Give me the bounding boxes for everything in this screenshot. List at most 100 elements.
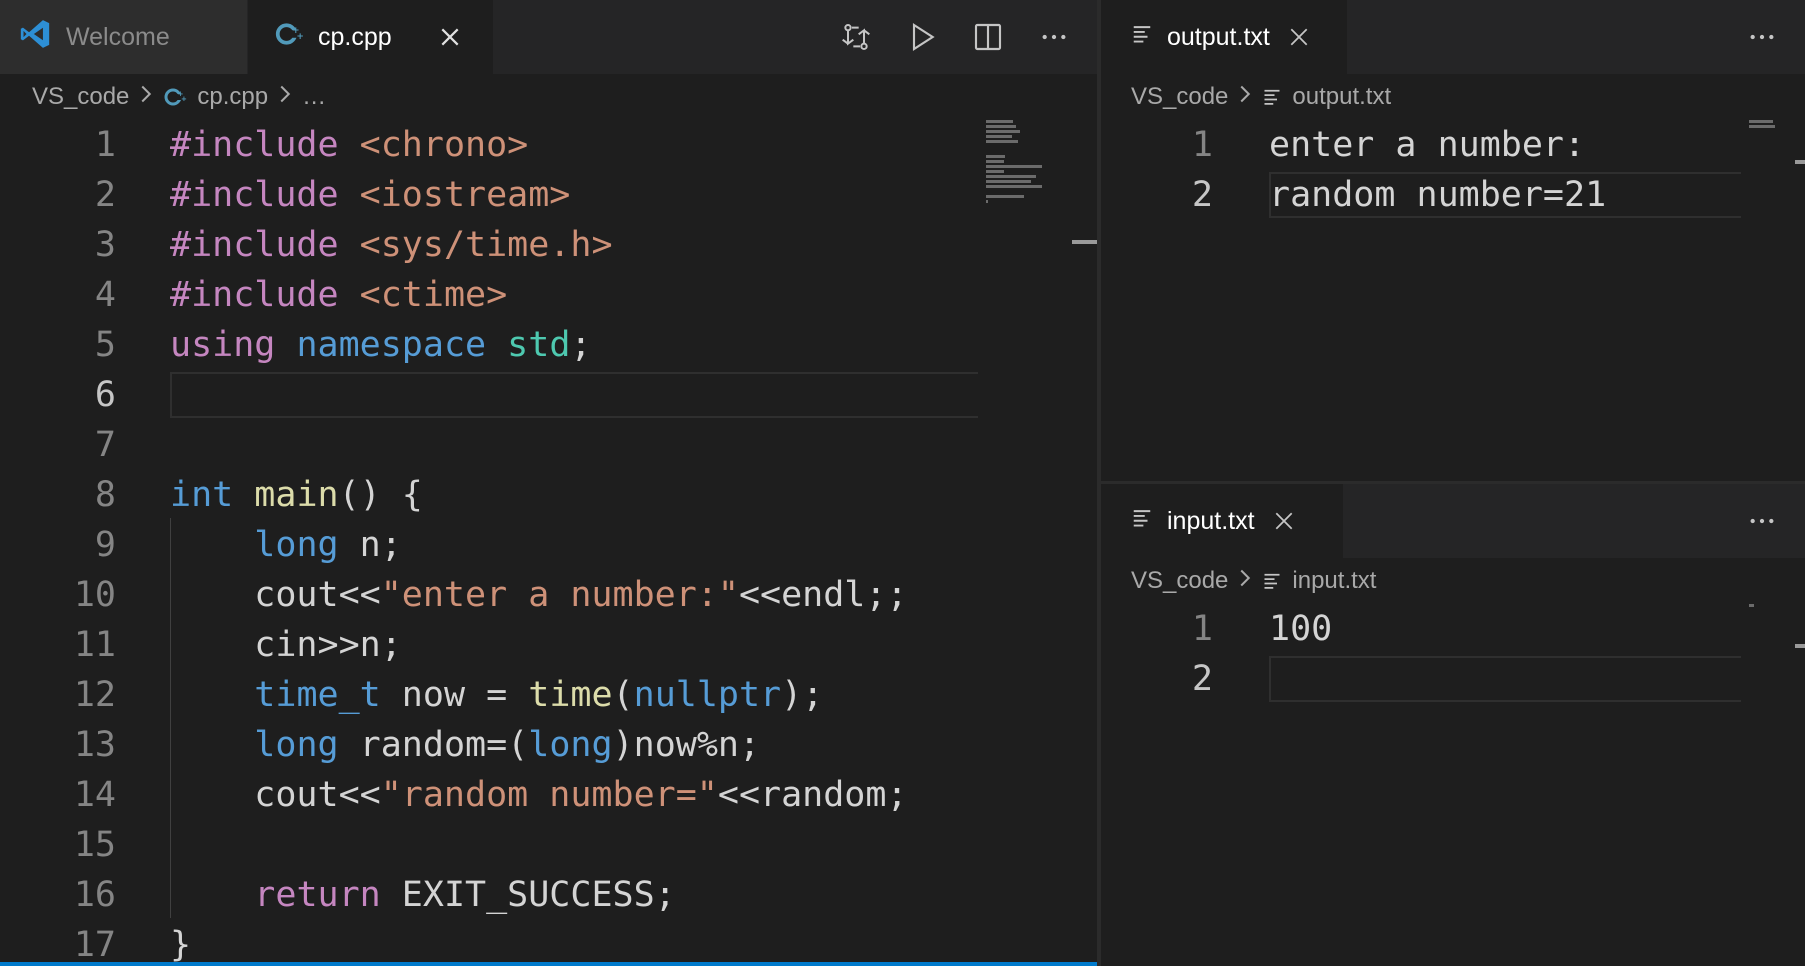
breadcrumb-symbols[interactable]: … — [302, 83, 326, 111]
line-number: 10 — [73, 575, 116, 615]
code-text: cout<<"enter a number:"<<endl;; — [170, 570, 908, 620]
code-line[interactable]: 8 int main() { — [0, 470, 1097, 520]
code-line[interactable]: 13 long random=(long)now%n; — [0, 720, 1097, 770]
breadcrumb-file[interactable]: input.txt — [1292, 567, 1376, 595]
code-token: long — [528, 725, 613, 765]
code-text: cout<<"random number="<<random; — [170, 770, 907, 820]
code-line[interactable]: 12 time_t now = time(nullptr); — [0, 670, 1097, 720]
code-token: random number=21 — [1269, 175, 1607, 215]
code-line[interactable]: 2 #include <iostream> — [0, 170, 1097, 220]
scrollbar-thumb[interactable] — [1795, 160, 1805, 164]
line-number: 4 — [94, 275, 116, 315]
minimap[interactable] — [1741, 120, 1797, 481]
text-editor[interactable]: 1 100 2 — [1101, 604, 1805, 966]
more-actions-icon[interactable] — [1739, 14, 1785, 60]
code-line[interactable]: 1 100 — [1101, 604, 1805, 654]
code-line[interactable]: 9 long n; — [0, 520, 1097, 570]
code-token: #include — [170, 225, 339, 265]
tab-welcome[interactable]: Welcome — [0, 0, 248, 74]
close-icon[interactable] — [435, 22, 465, 52]
scrollbar-thumb[interactable] — [1072, 240, 1097, 244]
tab-cp-cpp[interactable]: + + cp.cpp — [248, 0, 494, 74]
code-line[interactable]: 3 #include <sys/time.h> — [0, 220, 1097, 270]
code-token: time — [528, 675, 613, 715]
more-actions-icon[interactable] — [1739, 498, 1785, 544]
tab-output-txt[interactable]: output.txt — [1101, 0, 1348, 74]
code-line[interactable]: 4 #include <ctime> — [0, 270, 1097, 320]
line-number: 8 — [94, 475, 116, 515]
source-control-compare-icon[interactable] — [833, 14, 879, 60]
editor-actions — [833, 0, 1097, 74]
close-icon[interactable] — [1284, 22, 1314, 52]
line-number: 6 — [94, 375, 116, 415]
code-line[interactable]: 2 — [1101, 654, 1805, 704]
minimap-line — [986, 155, 1006, 158]
text-file-icon — [1131, 23, 1153, 52]
code-line[interactable]: 5 using namespace std; — [0, 320, 1097, 370]
line-number: 1 — [94, 125, 116, 165]
code-lines: 1 enter a number: 2 random number=21 — [1101, 120, 1805, 220]
code-text: cin>>n; — [170, 620, 402, 670]
code-line[interactable]: 10 cout<<"enter a number:"<<endl;; — [0, 570, 1097, 620]
text-file-icon — [1131, 507, 1153, 536]
breadcrumb: VS_code input.txt — [1101, 558, 1805, 604]
close-icon[interactable] — [1269, 506, 1299, 536]
breadcrumb-folder[interactable]: VS_code — [1131, 567, 1228, 595]
editor-actions — [1739, 484, 1805, 558]
breadcrumb-file[interactable]: output.txt — [1292, 83, 1391, 111]
vertical-scrollbar[interactable] — [1793, 120, 1805, 481]
minimap[interactable] — [978, 120, 1070, 966]
breadcrumb-file[interactable]: cp.cpp — [197, 83, 268, 111]
code-line[interactable]: 7 — [0, 420, 1097, 470]
tab-label: Welcome — [66, 22, 170, 51]
tab-input-txt[interactable]: input.txt — [1101, 484, 1344, 558]
code-token: <<endl;; — [738, 575, 908, 615]
code-text: random number=21 — [1269, 170, 1606, 220]
line-number: 11 — [73, 625, 116, 665]
editor-group-left: Welcome + + cp.cpp VS_code + + cp.cpp … … — [0, 0, 1097, 966]
split-editor-icon[interactable] — [965, 14, 1011, 60]
code-line[interactable]: 15 — [0, 820, 1097, 870]
line-number: 9 — [94, 525, 116, 565]
scrollbar-thumb[interactable] — [1795, 644, 1805, 648]
code-line[interactable]: 11 cin>>n; — [0, 620, 1097, 670]
code-editor[interactable]: 1 #include <chrono> 2 #include <iostream> 3 #… — [0, 120, 1097, 966]
chevron-right-icon — [1238, 567, 1252, 595]
code-line[interactable]: 6 — [0, 370, 1097, 420]
vertical-scrollbar[interactable] — [1793, 604, 1805, 966]
code-token: using — [170, 325, 276, 365]
code-token: () { — [338, 475, 423, 515]
text-editor[interactable]: 1 enter a number: 2 random number=21 — [1101, 120, 1805, 481]
code-token: int — [170, 475, 234, 515]
code-line[interactable]: 2 random number=21 — [1101, 170, 1805, 220]
minimap-line — [986, 195, 1025, 198]
code-line[interactable]: 17} — [0, 920, 1097, 966]
code-text: #include <iostream> — [170, 170, 570, 220]
code-line[interactable]: 1 enter a number: — [1101, 120, 1805, 170]
more-actions-icon[interactable] — [1031, 14, 1077, 60]
code-text: 100 — [1269, 604, 1332, 654]
breadcrumb: VS_code + + cp.cpp … — [0, 74, 1097, 120]
minimap-line — [986, 130, 1020, 133]
vertical-scrollbar[interactable] — [1070, 120, 1097, 966]
code-line[interactable]: 1 #include <chrono> — [0, 120, 1097, 170]
minimap-line — [986, 160, 1004, 163]
vscode-logo-icon — [18, 17, 52, 58]
code-line[interactable]: 14 cout<<"random number="<<random; — [0, 770, 1097, 820]
minimap[interactable] — [1741, 604, 1797, 966]
run-icon[interactable] — [899, 14, 945, 60]
minimap-line — [986, 125, 1017, 128]
line-number: 17 — [73, 925, 116, 965]
code-line[interactable]: 16 return EXIT_SUCCESS; — [0, 870, 1097, 920]
breadcrumb-folder[interactable]: VS_code — [1131, 83, 1228, 111]
breadcrumb-folder[interactable]: VS_code — [32, 83, 129, 111]
tab-bar: output.txt — [1101, 0, 1805, 74]
code-text: } — [170, 920, 191, 966]
minimap-line — [1749, 120, 1773, 123]
